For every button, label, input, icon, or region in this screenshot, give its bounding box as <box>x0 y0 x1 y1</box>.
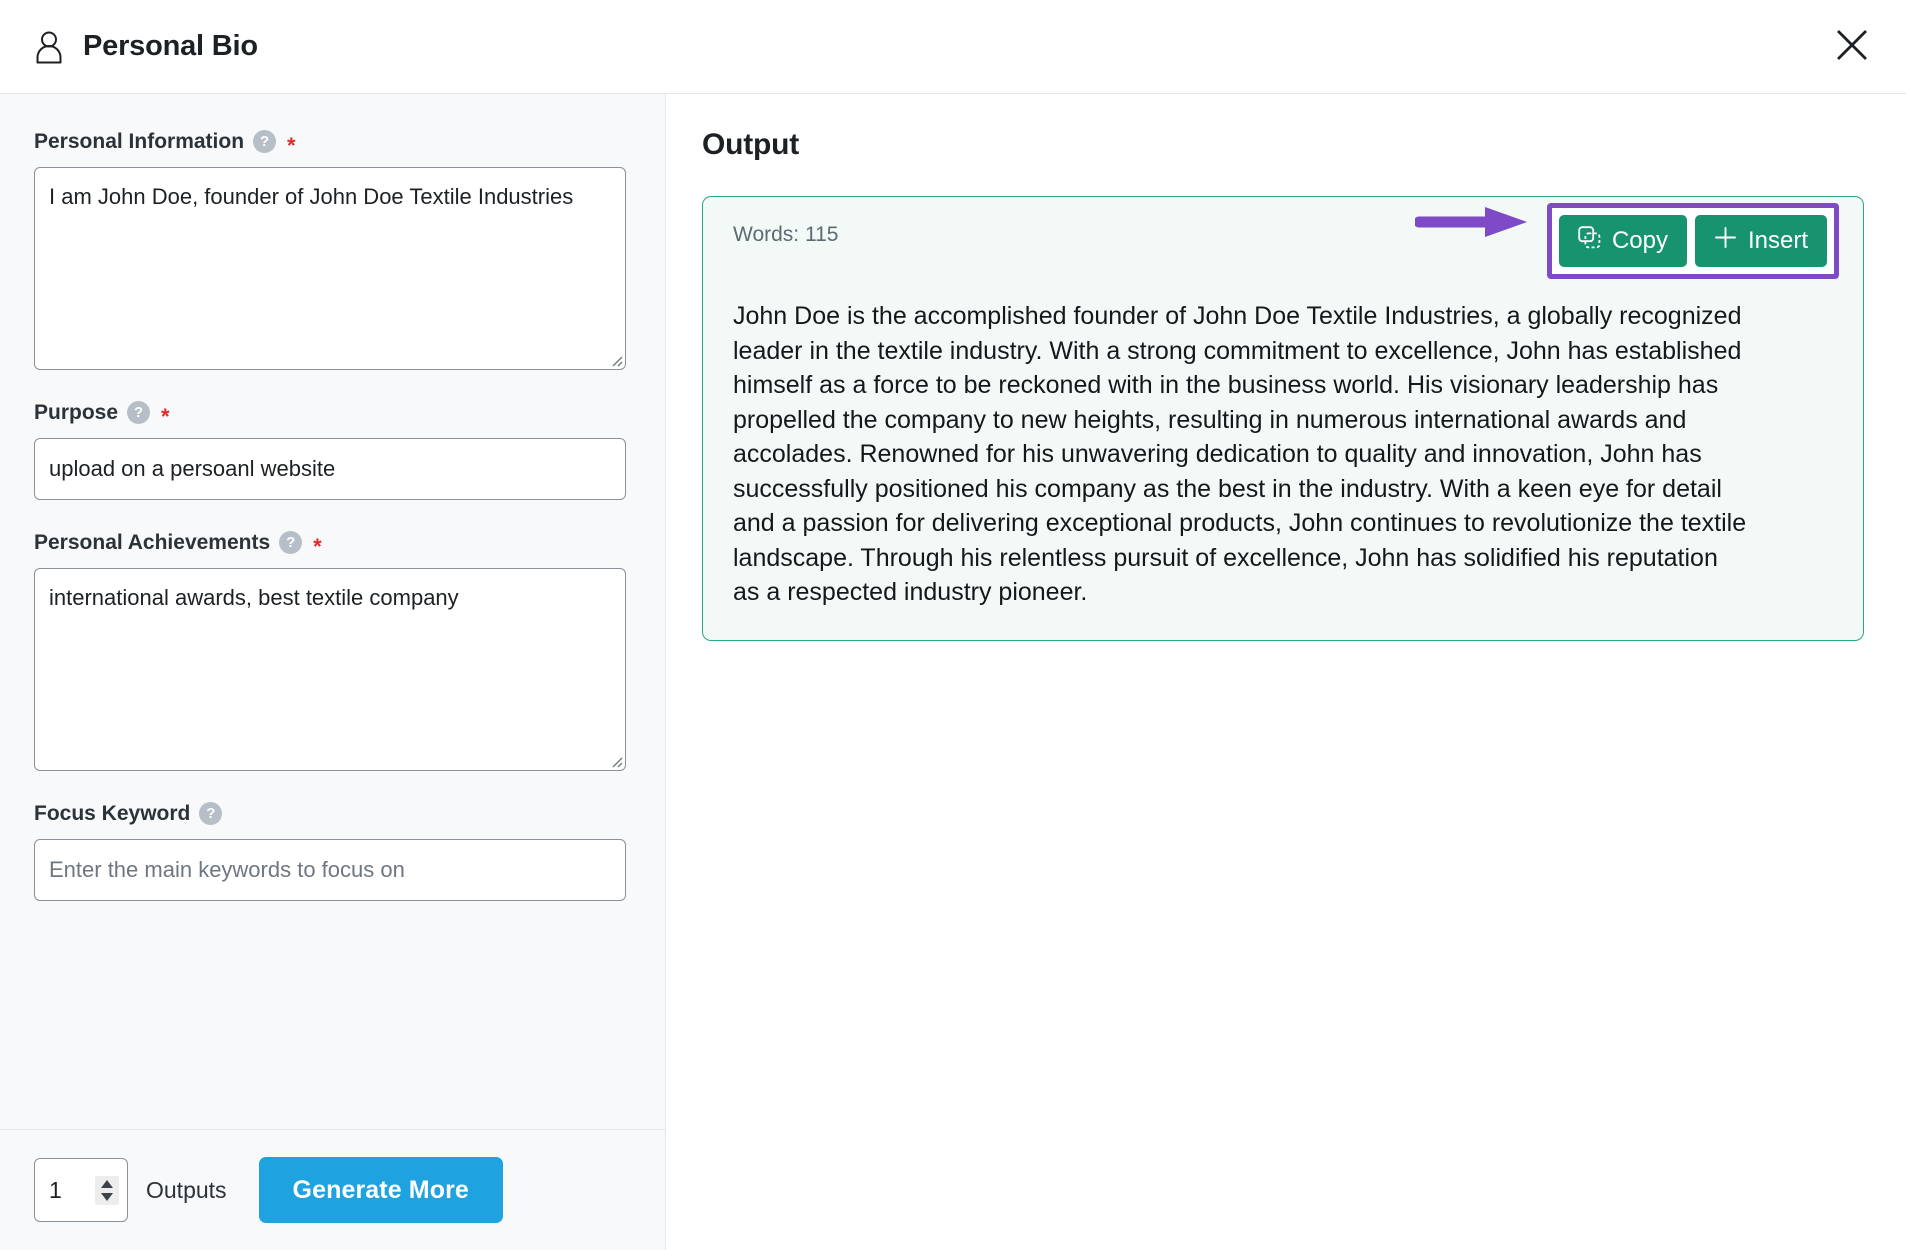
word-count-label: Words: 115 <box>733 223 839 246</box>
form-panel: Personal Information ? * Purpose <box>0 94 666 1250</box>
field-focus-keyword: Focus Keyword ? <box>34 802 631 901</box>
field-label-text: Purpose <box>34 401 119 424</box>
outputs-label: Outputs <box>146 1176 227 1203</box>
modal-body: Personal Information ? * Purpose <box>0 94 1906 1250</box>
close-icon <box>1836 29 1868 64</box>
required-asterisk: * <box>287 132 296 158</box>
close-button[interactable] <box>1824 19 1880 75</box>
plus-icon <box>1714 226 1737 256</box>
textarea-wrap-personal-information <box>34 167 626 370</box>
output-card-toolbar: Words: 115 Copy Insert <box>733 203 1839 293</box>
purpose-input[interactable] <box>34 438 626 500</box>
page-title: Personal Bio <box>83 30 258 62</box>
copy-button[interactable]: Copy <box>1558 215 1687 267</box>
help-icon[interactable]: ? <box>127 401 151 424</box>
field-purpose: Purpose ? * <box>34 401 631 500</box>
annotation-arrow-icon <box>1413 205 1530 239</box>
field-personal-achievements: Personal Achievements ? * <box>34 531 631 771</box>
textarea-wrap-personal-achievements <box>34 568 626 771</box>
field-label-text: Focus Keyword <box>34 802 191 825</box>
field-label-focus-keyword: Focus Keyword ? <box>34 802 631 825</box>
personal-achievements-input[interactable] <box>34 568 626 771</box>
outputs-value: 1 <box>49 1176 62 1203</box>
copy-icon <box>1578 226 1601 256</box>
header-left: Personal Bio <box>34 30 258 64</box>
field-label-text: Personal Achievements <box>34 531 271 554</box>
output-card: Words: 115 Copy Insert John Doe is the a… <box>702 196 1864 641</box>
field-personal-information: Personal Information ? * <box>34 130 631 370</box>
field-label-purpose: Purpose ? * <box>34 401 631 427</box>
outputs-stepper[interactable]: 1 <box>34 1158 128 1222</box>
help-icon[interactable]: ? <box>253 130 277 153</box>
copy-button-label: Copy <box>1611 227 1668 254</box>
stepper-arrows-icon[interactable] <box>95 1175 119 1205</box>
output-title: Output <box>702 128 800 161</box>
output-body-text: John Doe is the accomplished founder of … <box>733 302 1747 606</box>
personal-information-input[interactable] <box>34 167 626 370</box>
modal-header: Personal Bio <box>0 0 1906 94</box>
insert-button-label: Insert <box>1747 227 1808 254</box>
required-asterisk: * <box>313 533 322 559</box>
output-panel: Output Words: 115 Copy Insert John Doe i… <box>666 94 1906 1250</box>
help-icon[interactable]: ? <box>199 802 223 825</box>
field-label-personal-information: Personal Information ? * <box>34 130 631 156</box>
insert-button[interactable]: Insert <box>1694 215 1827 267</box>
form-footer: 1 Outputs Generate More <box>0 1129 665 1250</box>
focus-keyword-input[interactable] <box>34 839 626 901</box>
generate-more-button[interactable]: Generate More <box>258 1157 503 1223</box>
person-icon <box>34 30 64 64</box>
form-fields-scroll: Personal Information ? * Purpose <box>0 94 665 1129</box>
field-label-text: Personal Information <box>34 130 245 153</box>
help-icon[interactable]: ? <box>279 531 303 554</box>
action-buttons-highlight: Copy Insert <box>1546 203 1839 279</box>
field-label-personal-achievements: Personal Achievements ? * <box>34 531 631 557</box>
required-asterisk: * <box>161 403 170 429</box>
